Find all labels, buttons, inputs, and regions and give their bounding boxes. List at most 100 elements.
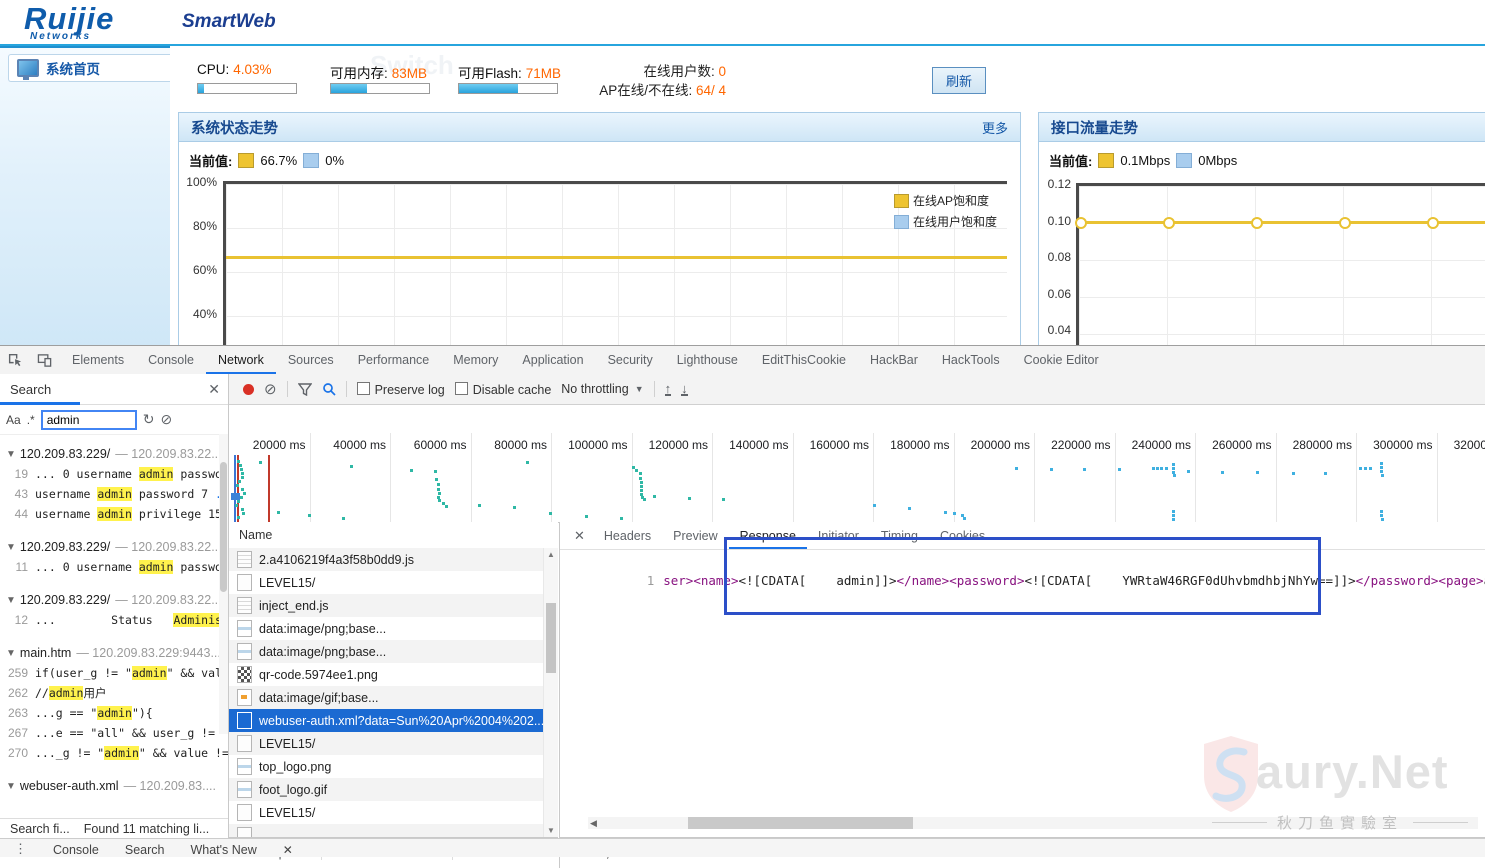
regex-button[interactable]: .* xyxy=(27,413,35,427)
search-match-row[interactable]: 44 username admin privilege 15... xyxy=(0,504,228,524)
devtools-tab-console[interactable]: Console xyxy=(136,346,206,374)
waterfall-dot xyxy=(410,469,413,472)
devtools-tab-sources[interactable]: Sources xyxy=(276,346,346,374)
devtools-tab-cookie-editor[interactable]: Cookie Editor xyxy=(1012,346,1111,374)
request-row[interactable]: data:image/png;base... xyxy=(229,640,544,663)
request-row[interactable]: qr-code.5974ee1.png xyxy=(229,663,544,686)
request-row[interactable]: top_logo.png xyxy=(229,755,544,778)
devtools-tab-hacktools[interactable]: HackTools xyxy=(930,346,1012,374)
search-clear-icon[interactable]: ⊘ xyxy=(160,411,172,428)
match-case-button[interactable]: Aa xyxy=(6,413,21,427)
device-toolbar-icon[interactable] xyxy=(30,346,60,374)
search-match-row[interactable]: 19 ... 0 username admin passwor... xyxy=(0,464,228,484)
devtools-tab-performance[interactable]: Performance xyxy=(346,346,442,374)
request-row[interactable]: foot_logo.gif xyxy=(229,778,544,801)
search-file-header[interactable]: ▼ 120.209.83.229/ — 120.209.83.22... xyxy=(0,590,228,610)
detail-tab-initiator[interactable]: Initiator xyxy=(807,522,870,549)
search-close-icon[interactable]: ✕ xyxy=(208,381,220,398)
devtools-tab-hackbar[interactable]: HackBar xyxy=(858,346,930,374)
scrollbar-thumb[interactable] xyxy=(688,817,913,829)
detail-close-icon[interactable]: ✕ xyxy=(566,522,593,549)
more-link[interactable]: 更多 xyxy=(982,118,1008,137)
search-match-row[interactable]: 262 //admin用户 xyxy=(0,683,228,703)
sidebar-item-home[interactable]: 系统首页 xyxy=(8,54,170,82)
search-match-row[interactable]: 43 username admin password 7 ... xyxy=(0,484,228,504)
devtools-tab-editthiscookie[interactable]: EditThisCookie xyxy=(750,346,858,374)
clear-network-log-icon[interactable]: ⊘ xyxy=(264,380,277,398)
throttling-dropdown[interactable]: No throttling ▼ xyxy=(561,382,643,396)
requests-scrollbar[interactable]: ▲ ▼ xyxy=(543,548,558,837)
search-match-row[interactable]: 259 if(user_g != "admin" && val... xyxy=(0,663,228,683)
detail-tab-timing[interactable]: Timing xyxy=(870,522,929,549)
scroll-down-icon[interactable]: ▼ xyxy=(547,826,555,835)
traffic-plot xyxy=(1075,183,1485,346)
devtools-tab-network[interactable]: Network xyxy=(206,346,276,374)
search-results-scrollbar[interactable] xyxy=(219,434,228,734)
waterfall-dot xyxy=(1152,467,1155,470)
search-refresh-icon[interactable]: ↻ xyxy=(143,411,155,428)
disable-cache-checkbox[interactable]: Disable cache xyxy=(454,381,551,397)
file-icon-doc xyxy=(237,574,252,591)
search-match-row[interactable]: 267 ...e == "all" && user_g != "a... xyxy=(0,723,228,743)
devtools-tab-security[interactable]: Security xyxy=(596,346,665,374)
search-file-header[interactable]: ▼ main.htm — 120.209.83.229:9443... xyxy=(0,643,228,663)
ap-online-value: 64/ 4 xyxy=(695,83,726,98)
current-value-label: 当前值: xyxy=(189,154,233,169)
drawer-tab-search[interactable]: Search xyxy=(125,839,165,857)
search-file-header[interactable]: ▼ 120.209.83.229/ — 120.209.83.22... xyxy=(0,444,228,464)
filter-icon[interactable] xyxy=(297,382,312,396)
devtools-tab-elements[interactable]: Elements xyxy=(60,346,136,374)
response-horizontal-scrollbar[interactable]: ◀ xyxy=(588,817,1478,829)
scroll-left-icon[interactable]: ◀ xyxy=(590,817,597,829)
search-file-header[interactable]: ▼ webuser-auth.xml — 120.209.83.... xyxy=(0,776,228,796)
request-row[interactable]: data:image/png;base... xyxy=(229,617,544,640)
detail-tab-headers[interactable]: Headers xyxy=(593,522,662,549)
network-search-icon[interactable] xyxy=(322,382,336,396)
preserve-log-checkbox[interactable]: Preserve log xyxy=(356,381,445,397)
search-match-row[interactable]: 12 ... Status Administr... xyxy=(0,610,228,630)
request-name: foot_logo.gif xyxy=(259,782,328,797)
refresh-button[interactable]: 刷新 xyxy=(932,67,986,94)
devtools-tab-lighthouse[interactable]: Lighthouse xyxy=(665,346,750,374)
request-row[interactable]: LEVEL15/ xyxy=(229,801,544,824)
import-har-icon[interactable]: ↑ xyxy=(664,382,672,396)
search-input[interactable] xyxy=(40,409,137,430)
network-overview-timeline[interactable]: 20000 ms 40000 ms 60000 ms 80000 ms 100000 m… xyxy=(229,433,1485,523)
devtools-tab-memory[interactable]: Memory xyxy=(441,346,510,374)
search-match-row[interactable]: 1 ...1.0" encoding="utf-8" ?> <us... xyxy=(0,796,228,801)
inspect-element-icon[interactable] xyxy=(0,346,30,374)
request-row[interactable]: LEVEL15/ xyxy=(229,571,544,594)
export-har-icon[interactable]: ↓ xyxy=(681,382,688,396)
waterfall-dot xyxy=(445,505,448,508)
timeline-tick-label: 120000 ms xyxy=(648,438,708,452)
request-row[interactable] xyxy=(229,824,544,837)
search-match-row[interactable]: 270 ..._g != "admin" && value !=... xyxy=(0,743,228,763)
record-button[interactable] xyxy=(243,383,254,395)
search-file-header[interactable]: ▼ 120.209.83.229/ — 120.209.83.22... xyxy=(0,537,228,557)
detail-tab-cookies[interactable]: Cookies xyxy=(929,522,996,549)
ap-online-label: AP在线/不在线: xyxy=(599,83,693,98)
requests-name-column-header[interactable]: Name xyxy=(229,522,558,549)
request-row[interactable]: webuser-auth.xml?data=Sun%20Apr%2004%202… xyxy=(229,709,544,732)
detail-tab-response[interactable]: Response xyxy=(729,522,807,549)
search-file-url: — 120.209.83.22... xyxy=(115,593,222,607)
request-row[interactable]: 2.a4106219f4a3f58b0dd9.js xyxy=(229,548,544,571)
search-match-row[interactable]: 263 ...g == "admin"){ xyxy=(0,703,228,723)
detail-tab-preview[interactable]: Preview xyxy=(662,522,728,549)
scrollbar-thumb[interactable] xyxy=(546,603,556,673)
file-icon-qr xyxy=(237,666,252,683)
request-row[interactable]: inject_end.js xyxy=(229,594,544,617)
timeline-separator xyxy=(1114,433,1116,522)
waterfall-dot xyxy=(908,507,911,510)
drawer-tab-console[interactable]: Console xyxy=(53,839,99,857)
request-row[interactable]: data:image/gif;base... xyxy=(229,686,544,709)
response-body[interactable]: 1 ser><name><![CDATA[ admin]]></name><pas… xyxy=(560,549,1485,809)
drawer-menu-icon[interactable]: ⋮ xyxy=(14,839,27,857)
request-row[interactable]: LEVEL15/ xyxy=(229,732,544,755)
search-match-row[interactable]: 11 ... 0 username admin passwor... xyxy=(0,557,228,577)
drawer-tab-what-s-new[interactable]: What's New xyxy=(190,839,256,857)
waterfall-dot xyxy=(240,468,243,471)
devtools-tab-application[interactable]: Application xyxy=(510,346,595,374)
scroll-up-icon[interactable]: ▲ xyxy=(547,550,555,559)
drawer-close-icon[interactable]: ✕ xyxy=(283,839,293,857)
